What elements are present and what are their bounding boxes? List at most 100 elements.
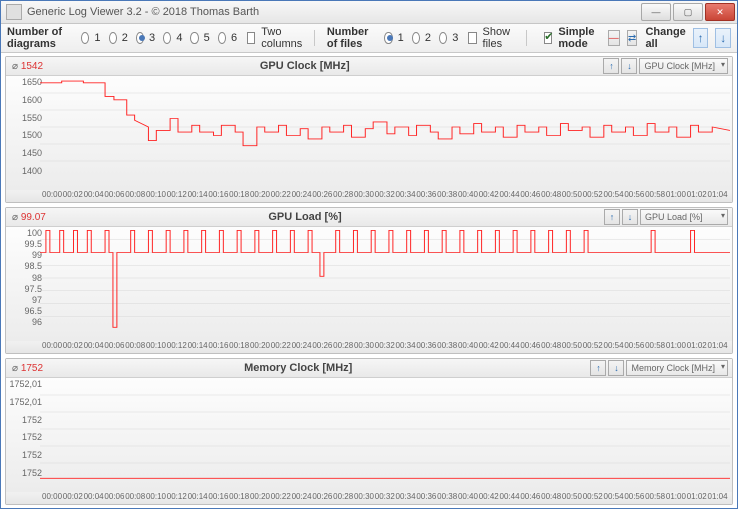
diagrams-radio-1[interactable] [81, 32, 89, 44]
files-radio-2[interactable] [412, 32, 420, 44]
panel-title: Memory Clock [MHz] [6, 362, 590, 374]
panel-down-button[interactable]: ↓ [608, 360, 624, 376]
simple-mode-checkbox[interactable] [544, 32, 552, 44]
x-tick: 00:04 [84, 190, 104, 202]
metric-combo[interactable]: GPU Load [%] [640, 209, 728, 225]
x-tick: 00:20 [250, 341, 270, 353]
x-tick: 00:48 [541, 190, 561, 202]
x-tick: 00:26 [312, 492, 332, 504]
files-radio-1[interactable] [384, 32, 392, 44]
chart-svg [40, 378, 730, 480]
simple-mode-label: Simple mode [558, 26, 600, 50]
x-tick: 00:44 [500, 341, 520, 353]
panel-header: ⌀ 1542 GPU Clock [MHz] ↑ ↓ GPU Clock [MH… [6, 57, 732, 76]
x-tick: 00:52 [583, 190, 603, 202]
x-tick: 00:06 [104, 492, 124, 504]
x-tick: 00:08 [125, 492, 145, 504]
x-tick: 00:14 [188, 341, 208, 353]
diagrams-radio-5[interactable] [190, 32, 198, 44]
x-tick: 00:34 [396, 341, 416, 353]
x-tick: 00:12 [167, 190, 187, 202]
line-style-red-button[interactable]: — [608, 30, 620, 46]
maximize-button[interactable]: ▢ [673, 3, 703, 21]
x-tick: 00:42 [479, 341, 499, 353]
files-radio-3[interactable] [439, 32, 447, 44]
x-tick: 00:56 [624, 492, 644, 504]
x-tick: 00:22 [271, 341, 291, 353]
x-tick: 00:50 [562, 190, 582, 202]
show-files-label: Show files [483, 26, 514, 50]
x-tick: 00:36 [416, 190, 436, 202]
x-axis: 00:0000:0200:0400:0600:0800:1000:1200:14… [6, 341, 732, 353]
plot-area[interactable]: 1752,011752,011752175217521752 [6, 378, 732, 492]
y-axis: 1752,011752,011752175217521752 [6, 378, 44, 480]
x-tick: 01:00 [666, 341, 686, 353]
panel-down-button[interactable]: ↓ [622, 209, 638, 225]
x-tick: 00:38 [437, 492, 457, 504]
x-tick: 00:42 [479, 492, 499, 504]
two-columns-label: Two columns [261, 26, 302, 50]
metric-combo[interactable]: GPU Clock [MHz] [639, 58, 728, 74]
plot-area[interactable]: 165016001550150014501400 [6, 76, 732, 190]
close-button[interactable]: ✕ [705, 3, 735, 21]
x-tick: 00:58 [645, 492, 665, 504]
panel-down-button[interactable]: ↓ [621, 58, 637, 74]
x-tick: 00:24 [292, 492, 312, 504]
minimize-button[interactable]: — [641, 3, 671, 21]
x-tick: 01:00 [666, 492, 686, 504]
x-tick: 00:16 [208, 341, 228, 353]
x-axis: 00:0000:0200:0400:0600:0800:1000:1200:14… [6, 492, 732, 504]
x-tick: 00:28 [333, 341, 353, 353]
x-tick: 00:10 [146, 341, 166, 353]
x-tick: 00:34 [396, 492, 416, 504]
x-tick: 00:50 [562, 341, 582, 353]
x-tick: 00:32 [375, 341, 395, 353]
diagrams-radio-4[interactable] [163, 32, 171, 44]
x-tick: 01:00 [666, 190, 686, 202]
panel-up-button[interactable]: ↑ [590, 360, 606, 376]
metric-combo[interactable]: Memory Clock [MHz] [626, 360, 728, 376]
line-style-swap-button[interactable]: ⇄ [627, 30, 638, 46]
plot-area[interactable]: 10099.59998.59897.59796.596 [6, 227, 732, 341]
change-all-up-button[interactable]: ↑ [693, 28, 709, 48]
window-controls: — ▢ ✕ [639, 3, 735, 21]
diagrams-radio-3[interactable] [136, 32, 144, 44]
x-tick: 00:40 [458, 190, 478, 202]
panel-header: ⌀ 99.07 GPU Load [%] ↑ ↓ GPU Load [%] [6, 208, 732, 227]
x-tick: 00:40 [458, 341, 478, 353]
x-tick: 00:00 [42, 190, 62, 202]
panel-memory-clock: ⌀ 1752 Memory Clock [MHz] ↑ ↓ Memory Clo… [5, 358, 733, 505]
x-tick: 00:20 [250, 190, 270, 202]
x-tick: 00:12 [167, 492, 187, 504]
x-tick: 00:38 [437, 190, 457, 202]
panel-up-button[interactable]: ↑ [604, 209, 620, 225]
x-tick: 00:58 [645, 190, 665, 202]
x-tick: 00:18 [229, 492, 249, 504]
app-window: Generic Log Viewer 3.2 - © 2018 Thomas B… [0, 0, 738, 509]
x-tick: 00:52 [583, 492, 603, 504]
show-files-checkbox[interactable] [468, 32, 476, 44]
x-tick: 00:32 [375, 190, 395, 202]
gpu-load-series [40, 230, 730, 327]
x-tick: 00:48 [541, 492, 561, 504]
x-tick: 00:02 [63, 341, 83, 353]
x-tick: 00:46 [520, 492, 540, 504]
x-tick: 01:02 [687, 341, 707, 353]
change-all-down-button[interactable]: ↓ [715, 28, 731, 48]
x-tick: 00:24 [292, 341, 312, 353]
x-tick: 00:40 [458, 492, 478, 504]
x-tick: 00:46 [520, 341, 540, 353]
x-tick: 00:44 [500, 190, 520, 202]
x-tick: 00:42 [479, 190, 499, 202]
x-tick: 00:36 [416, 492, 436, 504]
two-columns-checkbox[interactable] [247, 32, 255, 44]
x-tick: 00:02 [63, 492, 83, 504]
x-tick: 00:28 [333, 190, 353, 202]
x-tick: 00:54 [604, 341, 624, 353]
x-tick: 00:00 [42, 492, 62, 504]
diagrams-radio-6[interactable] [218, 32, 226, 44]
titlebar: Generic Log Viewer 3.2 - © 2018 Thomas B… [1, 1, 737, 24]
panel-up-button[interactable]: ↑ [603, 58, 619, 74]
diagrams-radio-2[interactable] [109, 32, 117, 44]
num-files-label: Number of files [327, 26, 377, 50]
